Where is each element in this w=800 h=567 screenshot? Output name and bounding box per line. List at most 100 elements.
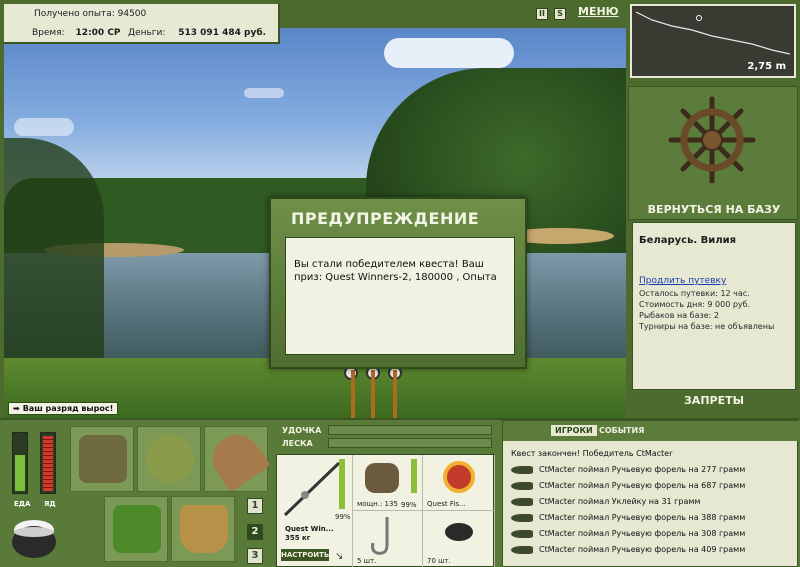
log-entry: CtMacter поймал Ручьевую форель на 687 г…: [511, 481, 745, 497]
fishing-bag-icon: [79, 435, 127, 483]
sack-icon: [146, 435, 194, 483]
time-value: 12:00 СР: [75, 28, 121, 38]
log-entry: CtMacter поймал Ручьевую форель на 388 г…: [511, 513, 745, 529]
anglers-count: Рыбаков на базе: 2: [639, 311, 719, 320]
setup-button[interactable]: НАСТРОИТЬ: [281, 549, 329, 561]
arrow-icon: ↘: [335, 551, 344, 562]
sound-icon[interactable]: S: [554, 8, 566, 20]
cauldron-icon[interactable]: [8, 512, 60, 562]
poison-label: ЯД: [44, 500, 56, 508]
rod-name: Quest Win...: [285, 525, 334, 533]
rod-label: УДОЧКА: [282, 426, 322, 435]
rank-up-notice[interactable]: ➡ Ваш разряд вырос!: [8, 402, 119, 415]
time-label: Время:: [32, 28, 65, 38]
log-entry: CtMacter поймал Уклейку на 31 грамм: [511, 497, 700, 513]
player-stats-panel: Получено опыта: 94500 Время: 12:00 СР Де…: [4, 4, 280, 44]
food-meter: [12, 432, 28, 494]
rod-stand[interactable]: [371, 370, 375, 418]
bans-button[interactable]: ЗАПРЕТЫ: [632, 394, 796, 407]
return-base-button[interactable]: ВЕРНУТЬСЯ НА БАЗУ: [629, 203, 799, 216]
menu-button[interactable]: МЕНЮ: [578, 5, 619, 18]
ship-wheel-icon[interactable]: [667, 95, 757, 185]
log-tabs: ИГРОКИ СОБЫТИЯ: [503, 421, 799, 441]
fish-icon: [511, 497, 533, 506]
bucket-slot[interactable]: [171, 496, 235, 562]
poison-meter: [40, 432, 56, 494]
food-meter-fill: [15, 455, 25, 491]
events-log-panel: ИГРОКИ СОБЫТИЯ Квест закончен! Победител…: [502, 420, 799, 567]
fish-icon: [511, 465, 533, 474]
cloud: [244, 88, 284, 98]
food-basket-slot[interactable]: [104, 496, 168, 562]
line-name: Quest Fis...: [427, 500, 466, 508]
day-cost: Стоимость дня: 9 000 руб.: [639, 300, 751, 309]
page-button-1[interactable]: 1: [247, 498, 263, 514]
page-button-3[interactable]: 3: [247, 548, 263, 564]
bag-slot[interactable]: [70, 426, 134, 492]
warning-dialog[interactable]: ПРЕДУПРЕЖДЕНИЕ Вы стали победителем квес…: [269, 197, 527, 369]
reel-slot[interactable]: мощн.: 135 99%: [353, 455, 423, 511]
fish-icon: [511, 545, 533, 554]
line-tension-bar: [328, 438, 492, 448]
line-slot[interactable]: Quest Fis...: [423, 455, 495, 511]
bait-slot[interactable]: 70 шт.: [423, 511, 495, 567]
tackle-panel: 99% Quest Win... 355 кг НАСТРОИТЬ ↘ мощн…: [276, 454, 495, 567]
depth-value: 2,75 m: [747, 61, 786, 72]
log-entry-text: CtMacter поймал Ручьевую форель на 308 г…: [539, 529, 746, 538]
rod-weight: 355 кг: [285, 534, 311, 542]
money-label: Деньги:: [128, 28, 166, 38]
landing-net-icon: [203, 425, 271, 493]
depth-minimap: 2,75 m: [630, 4, 796, 78]
exp-value: 94500: [117, 9, 147, 19]
tab-players[interactable]: ИГРОКИ: [551, 425, 597, 436]
rod-durability-bar: [339, 459, 345, 509]
return-base-panel[interactable]: ВЕРНУТЬСЯ НА БАЗУ: [628, 86, 798, 220]
bait-count: 70 шт.: [427, 557, 451, 565]
wooden-bucket-icon: [180, 505, 228, 553]
log-entry-text: CtMacter поймал Ручьевую форель на 687 г…: [539, 481, 746, 490]
exp-label: Получено опыта:: [34, 9, 115, 19]
log-entry: CtMacter поймал Ручьевую форель на 277 г…: [511, 465, 745, 481]
permit-remaining: Осталось путевки: 12 час.: [639, 289, 750, 298]
rank-up-text: Ваш разряд вырос!: [22, 404, 114, 413]
page-button-2[interactable]: 2: [247, 524, 263, 540]
fish-icon: [511, 481, 533, 490]
log-entry-text: CtMacter поймал Уклейку на 31 грамм: [539, 497, 701, 506]
log-entry: CtMacter поймал Ручьевую форель на 308 г…: [511, 529, 745, 545]
reel-durability: 99%: [401, 501, 417, 509]
net-slot[interactable]: [203, 425, 271, 493]
rod-durability: 99%: [335, 513, 351, 521]
tournaments-info: Турниры на базе: не объявлены: [639, 322, 775, 331]
tab-events[interactable]: СОБЫТИЯ: [595, 425, 648, 436]
reel-icon: [365, 463, 399, 493]
fish-icon: [511, 529, 533, 538]
food-label: ЕДА: [14, 500, 31, 508]
money-value: 513 091 484 руб.: [178, 28, 267, 38]
groundbait-slot[interactable]: [137, 426, 201, 492]
reel-power: мощн.: 135: [357, 500, 398, 508]
game-screen: Получено опыта: 94500 Время: 12:00 СР Де…: [0, 0, 800, 567]
line-spool-icon: [443, 461, 475, 493]
rod-slot[interactable]: 99% Quest Win... 355 кг НАСТРОИТЬ ↘: [277, 455, 353, 567]
cloud: [384, 38, 514, 68]
hook-slot[interactable]: 5 шт.: [353, 511, 423, 567]
fish-icon: [511, 513, 533, 522]
extend-permit-link[interactable]: Продлить путевку: [639, 276, 789, 286]
cloud: [14, 118, 74, 136]
pause-icon[interactable]: II: [536, 8, 548, 20]
location-title: Беларусь. Вилия: [639, 235, 737, 246]
arrow-right-icon: ➡: [13, 404, 20, 413]
location-info-panel: Беларусь. Вилия Продлить путевку Осталос…: [632, 222, 796, 390]
rod-stand[interactable]: [393, 370, 397, 418]
poison-meter-fill: [43, 436, 53, 491]
log-entry: CtMacter поймал Ручьевую форель на 409 г…: [511, 545, 745, 561]
rod-stand[interactable]: [351, 370, 355, 418]
quest-finished-line: Квест закончен! Победитель CtMacter: [511, 449, 673, 458]
float-position-icon: [696, 15, 702, 21]
hook-icon: [371, 517, 389, 555]
reel-durability-bar: [411, 459, 417, 493]
tackle-status: УДОЧКА ЛЕСКА: [276, 422, 494, 450]
dialog-title: ПРЕДУПРЕЖДЕНИЕ: [291, 209, 480, 228]
log-entry-text: CtMacter поймал Ручьевую форель на 277 г…: [539, 465, 746, 474]
log-entry-text: CtMacter поймал Ручьевую форель на 409 г…: [539, 545, 746, 554]
